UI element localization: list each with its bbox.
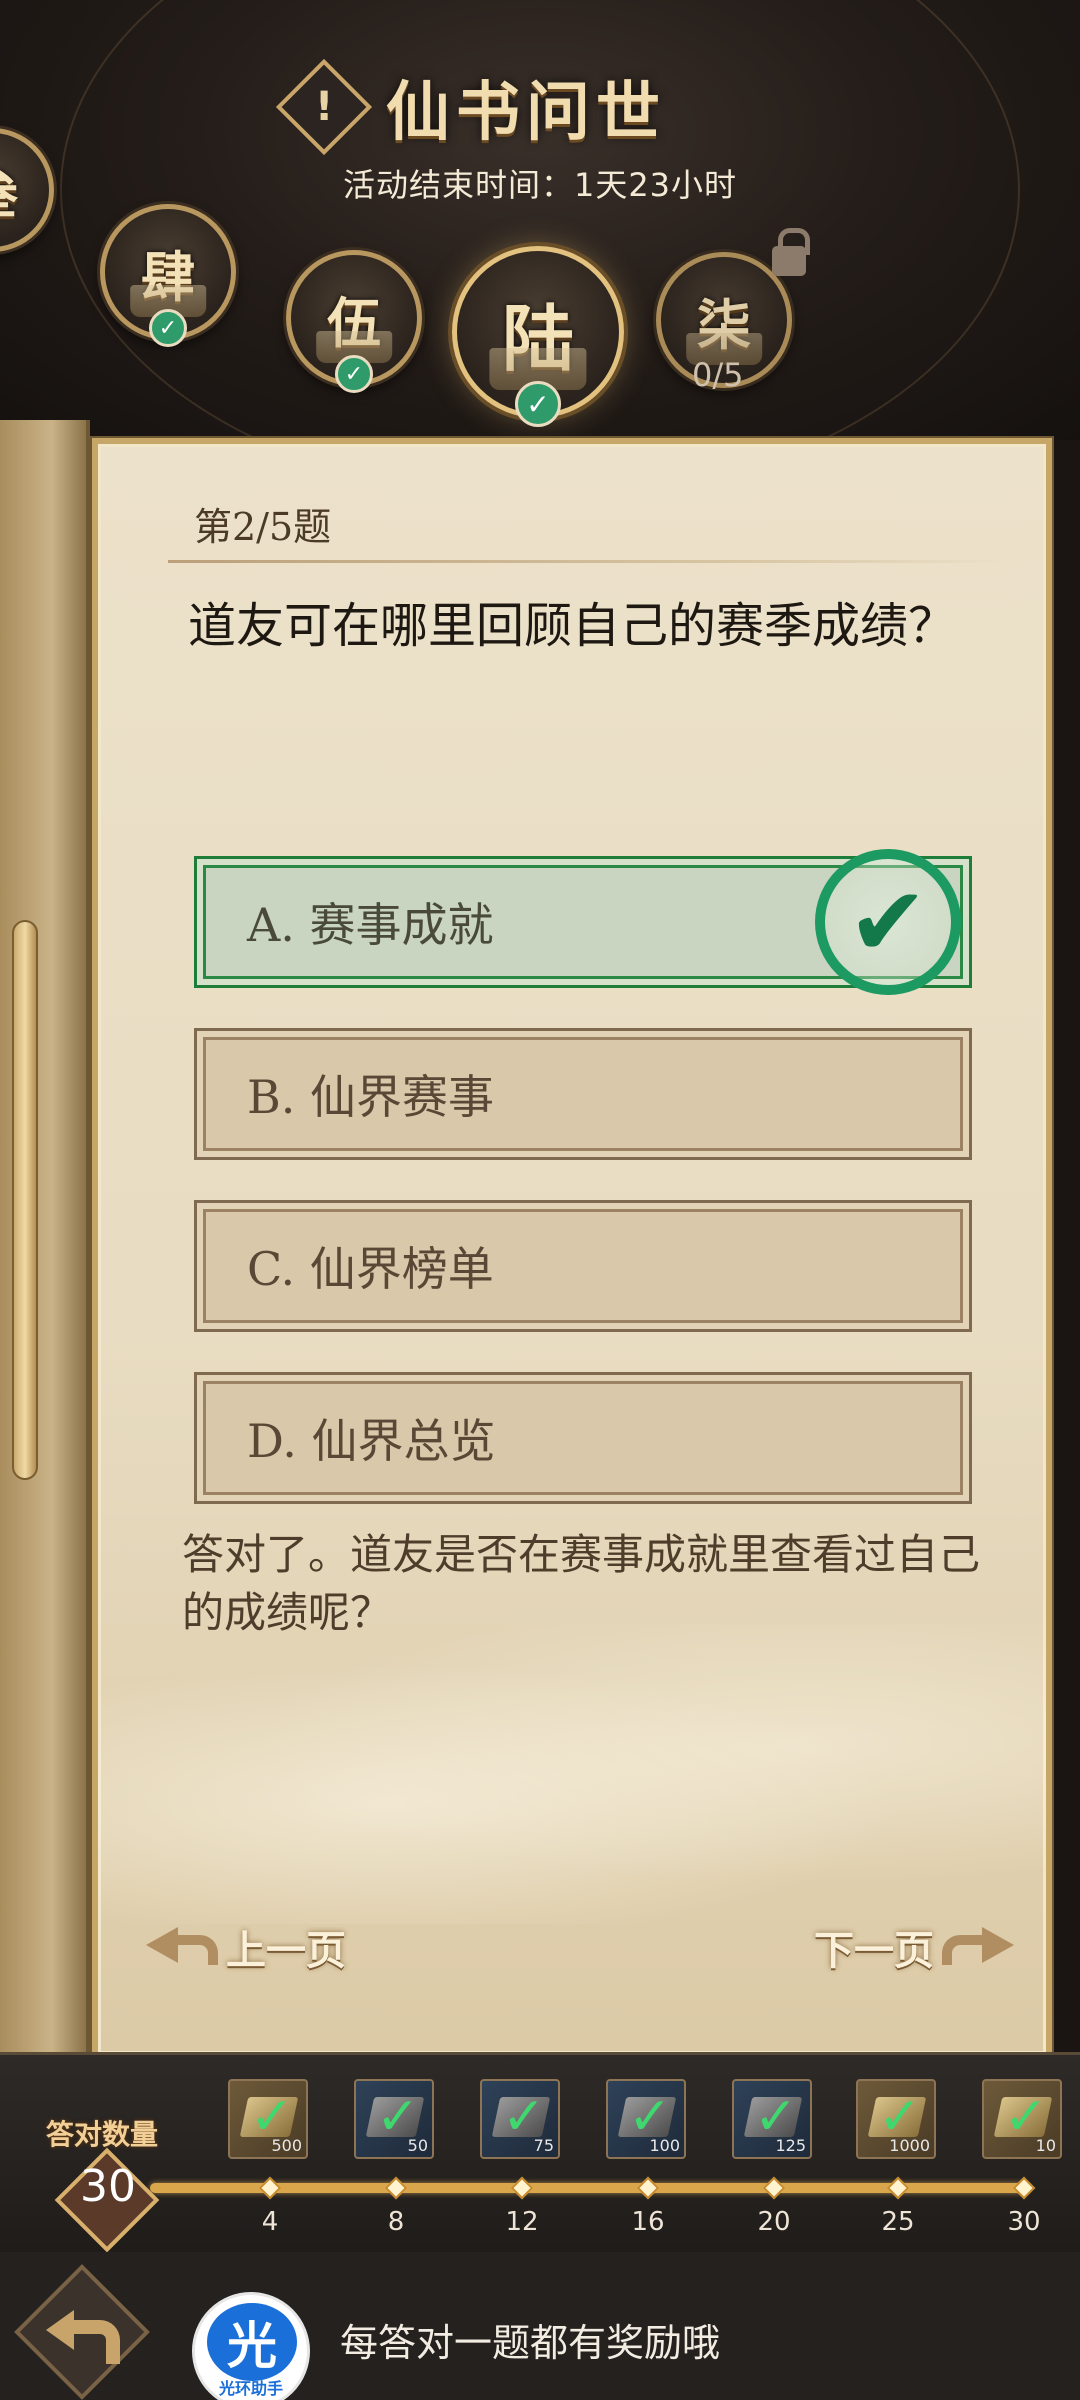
next-page-button[interactable]: 下一页 [814, 1918, 1018, 1976]
reward-item-3[interactable]: ✓ 75 [480, 2079, 560, 2159]
milestone-label: 16 [631, 2207, 665, 2237]
prev-page-label: 上一页 [226, 1927, 346, 1974]
reward-qty: 100 [649, 2136, 680, 2155]
event-header: ! 仙书问世 活动结束时间：1天23小时 叁 肆 ✓ 伍 ✓ 陆 ✓ 柒 0/5 [0, 0, 1080, 440]
check-icon: ✓ [335, 355, 373, 393]
option-d-button[interactable]: D. 仙界总览 [194, 1372, 972, 1504]
option-label: A. 赛事成就 [247, 898, 494, 952]
milestone-label: 4 [261, 2207, 279, 2237]
chapter-6-button[interactable]: 陆 ✓ [452, 246, 624, 427]
option-a-button[interactable]: A. 赛事成就 ✔ [194, 849, 972, 995]
divider [168, 560, 1008, 563]
reward-qty: 1000 [889, 2136, 930, 2155]
reward-qty: 10 [1035, 2136, 1056, 2155]
chapter-label: 叁 [0, 153, 18, 228]
event-title: 仙书问世 [386, 75, 666, 150]
reward-qty: 500 [271, 2136, 302, 2155]
milestone-label: 12 [505, 2207, 539, 2237]
title-row: ! 仙书问世 [275, 58, 666, 156]
milestone-node [636, 2176, 660, 2200]
reward-qty: 75 [533, 2136, 554, 2155]
reward-item-2[interactable]: ✓ 50 [354, 2079, 434, 2159]
scroll-rail [12, 920, 38, 1480]
reward-progress-bar: 答对数量 30 ✓ 500 ✓ 50 ✓ 75 ✓ 100 ✓ 125 ✓ 10… [0, 2052, 1080, 2253]
correct-check-icon: ✔ [815, 849, 961, 995]
option-label: C. 仙界榜单 [247, 1242, 494, 1296]
arrow-left-icon [142, 1919, 218, 1975]
reward-tip-text: 每答对一题都有奖励哦 [340, 2321, 721, 2365]
chapter-5-button[interactable]: 伍 ✓ [286, 250, 422, 393]
option-c-button[interactable]: C. 仙界榜单 [194, 1200, 972, 1332]
prev-page-button[interactable]: 上一页 [142, 1918, 346, 1976]
reward-item-5[interactable]: ✓ 125 [732, 2079, 812, 2159]
check-icon: ✓ [149, 309, 187, 347]
milestone-node [510, 2176, 534, 2200]
milestone-label: 8 [387, 2207, 405, 2237]
reward-item-4[interactable]: ✓ 100 [606, 2079, 686, 2159]
helper-app-icon[interactable]: 光 光环助手 [192, 2292, 310, 2400]
lock-icon [772, 228, 810, 276]
option-label: B. 仙界赛事 [247, 1070, 495, 1124]
correct-count-label: 答对数量 [46, 2118, 159, 2151]
reward-item-6[interactable]: ✓ 1000 [856, 2079, 936, 2159]
reward-item-7[interactable]: ✓ 10 [982, 2079, 1062, 2159]
helper-glyph: 光 [207, 2303, 297, 2381]
milestone-label: 30 [1007, 2207, 1041, 2237]
question-panel: 第2/5题 道友可在哪里回顾自己的赛季成绩？ A. 赛事成就 ✔ B. 仙界赛事… [92, 438, 1052, 2060]
milestone-node [258, 2176, 282, 2200]
chapter-progress: 0/5 [692, 356, 744, 394]
option-label: D. 仙界总览 [247, 1414, 496, 1468]
arrow-right-icon [942, 1919, 1018, 1975]
milestone-node [886, 2176, 910, 2200]
next-page-label: 下一页 [814, 1927, 934, 1974]
decorative-cloud [98, 1624, 1046, 1924]
option-b-button[interactable]: B. 仙界赛事 [194, 1028, 972, 1160]
milestone-label: 25 [881, 2207, 915, 2237]
milestone-node [1012, 2176, 1036, 2200]
milestone-node [762, 2176, 786, 2200]
helper-name: 光环助手 [218, 2379, 283, 2398]
reward-item-1[interactable]: ✓ 500 [228, 2079, 308, 2159]
back-arrow-icon [46, 2300, 120, 2364]
question-number: 第2/5题 [194, 505, 332, 549]
check-icon: ✓ [515, 381, 561, 427]
question-text: 道友可在哪里回顾自己的赛季成绩？ [188, 598, 957, 654]
milestone-node [384, 2176, 408, 2200]
chapter-4-button[interactable]: 肆 ✓ [100, 204, 236, 347]
reward-qty: 125 [775, 2136, 806, 2155]
scroll-handle-strip [0, 420, 90, 2060]
info-icon[interactable]: ! [275, 58, 373, 156]
correct-count-value: 30 [80, 2161, 136, 2212]
event-countdown: 活动结束时间：1天23小时 [342, 166, 738, 204]
footer-bar: 光 光环助手 每答对一题都有奖励哦 [0, 2252, 1080, 2400]
reward-qty: 50 [407, 2136, 428, 2155]
milestone-label: 20 [757, 2207, 791, 2237]
